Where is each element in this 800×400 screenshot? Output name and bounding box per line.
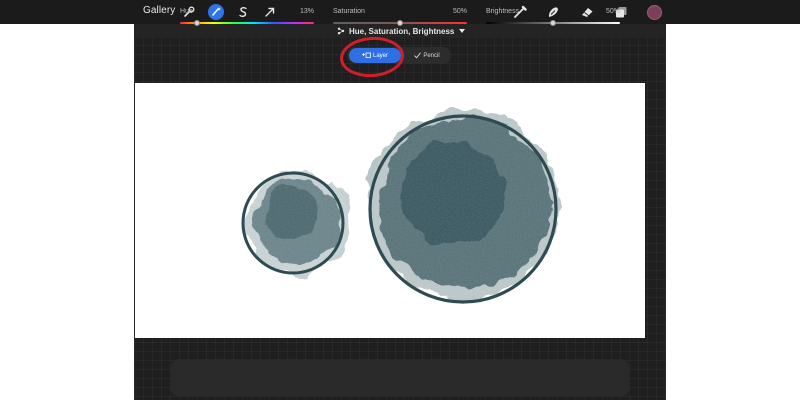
color-swatch[interactable] xyxy=(647,5,662,20)
hue-value: 13% xyxy=(299,8,314,15)
pencil-mode-label: Pencil xyxy=(423,52,440,59)
gallery-button[interactable]: Gallery xyxy=(143,5,175,16)
pencil-mode-button[interactable]: Pencil xyxy=(405,48,449,63)
hue-track[interactable] xyxy=(180,22,314,24)
saturation-thumb[interactable] xyxy=(397,20,403,26)
saturation-value: 50% xyxy=(452,8,467,15)
brightness-slider[interactable]: Brightness 50% xyxy=(486,8,620,32)
brightness-thumb[interactable] xyxy=(550,20,556,26)
brightness-label: Brightness xyxy=(486,8,520,15)
pencil-check-icon xyxy=(414,52,422,59)
hue-slider[interactable]: Hue 13% xyxy=(180,8,314,32)
watercolor-artwork xyxy=(241,107,561,304)
hue-thumb[interactable] xyxy=(194,20,201,26)
brightness-value: 50% xyxy=(605,8,620,15)
hue-label: Hue xyxy=(180,8,193,15)
adjustment-slider-panel xyxy=(171,359,629,397)
saturation-label: Saturation xyxy=(333,8,365,15)
drawing-canvas[interactable] xyxy=(135,83,645,338)
saturation-slider[interactable]: Saturation 50% xyxy=(333,8,467,32)
